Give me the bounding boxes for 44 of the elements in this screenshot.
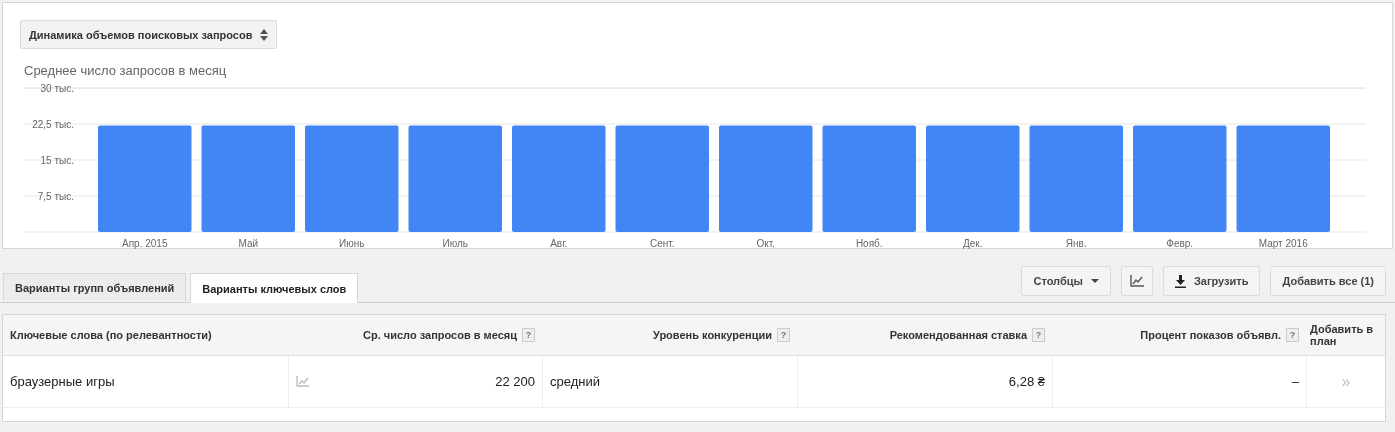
column-header: Ср. число запросов в месяц <box>363 329 517 341</box>
help-icon[interactable]: ? <box>522 328 535 342</box>
chart-title: Среднее число запросов в месяц <box>24 63 228 78</box>
x-tick-label: Нояб. <box>855 238 883 249</box>
add-all-button[interactable]: Добавить все (1) <box>1270 266 1386 296</box>
column-header: Процент показов объявл. <box>1140 329 1281 341</box>
help-icon[interactable]: ? <box>1032 328 1045 342</box>
tab[interactable]: Варианты ключевых слов <box>190 273 359 303</box>
table-cell: 6,28 ₴ <box>1008 374 1045 389</box>
x-tick-label: Июнь <box>339 238 365 249</box>
table-cell: средний <box>550 374 600 389</box>
x-tick-label: Май <box>238 238 259 249</box>
chart-button[interactable] <box>1120 266 1153 296</box>
x-tick-label: Окт. <box>756 238 775 249</box>
x-tick-label: Март 2016 <box>1258 238 1308 249</box>
column-header: Добавить в план <box>1310 323 1375 347</box>
x-tick-label: Дек. <box>963 238 983 249</box>
help-icon[interactable]: ? <box>777 328 790 342</box>
x-tick-label: Янв. <box>1065 238 1087 249</box>
caret-icon <box>1090 279 1099 283</box>
y-tick-label: 7,5 тыс. <box>37 191 74 202</box>
x-tick-label: Апр. 2015 <box>122 238 168 249</box>
columns-button[interactable]: Столбцы <box>1021 266 1111 296</box>
metric-select[interactable]: Динамика объемов поисковых запросов <box>20 20 278 49</box>
sort-icon <box>260 28 269 41</box>
table-cell: – <box>1291 374 1299 389</box>
x-tick-label: Февр. <box>1166 238 1194 249</box>
column-header: Уровень конкуренции <box>652 329 772 341</box>
column-header: Ключевые слова (по релевантности) <box>10 329 212 341</box>
table-cell: браузерные игры <box>10 374 115 389</box>
line-chart-icon[interactable] <box>296 376 309 387</box>
column-header: Рекомендованная ставка <box>889 329 1027 341</box>
x-tick-label: Авг. <box>550 238 568 249</box>
x-tick-label: Июль <box>442 238 468 249</box>
help-icon[interactable]: ? <box>1286 328 1299 342</box>
table-cell: 22 200 <box>495 374 535 389</box>
x-tick-label: Сент. <box>649 238 675 249</box>
download-button[interactable]: Загрузить <box>1162 266 1261 296</box>
y-tick-label: 30 тыс. <box>40 83 74 94</box>
line-chart-icon <box>1129 275 1144 287</box>
download-icon <box>1174 274 1186 288</box>
tab[interactable]: Варианты групп объявлений <box>3 273 187 301</box>
y-tick-label: 15 тыс. <box>40 155 74 166</box>
y-tick-label: 22,5 тыс. <box>32 119 74 130</box>
